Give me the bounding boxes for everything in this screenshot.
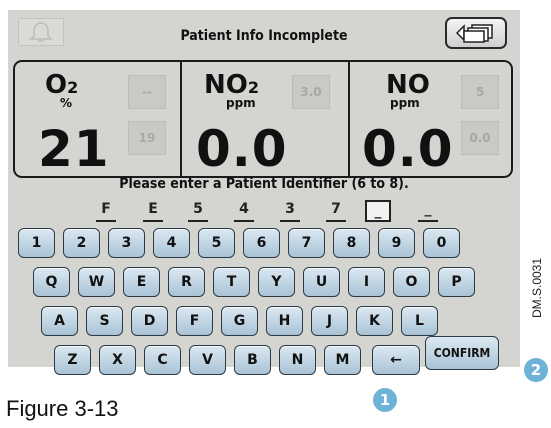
key-j[interactable]: J	[311, 306, 348, 336]
key-k[interactable]: K	[356, 306, 393, 336]
key-7[interactable]: 7	[288, 228, 325, 258]
key-m[interactable]: M	[324, 345, 361, 375]
key-w[interactable]: W	[78, 267, 115, 297]
key-u[interactable]: U	[303, 267, 340, 297]
identifier-char: 7	[326, 200, 346, 222]
key-n[interactable]: N	[279, 345, 316, 375]
key-3[interactable]: 3	[108, 228, 145, 258]
key-g[interactable]: G	[221, 306, 258, 336]
identifier-char: F	[96, 200, 116, 222]
gas-value-no: 0.0	[362, 120, 454, 178]
gas-value-o2: 21	[38, 120, 110, 178]
key-v[interactable]: V	[189, 345, 226, 375]
key-5[interactable]: 5	[198, 228, 235, 258]
key-q[interactable]: Q	[33, 267, 70, 297]
key-1[interactable]: 1	[18, 228, 55, 258]
key-i[interactable]: I	[348, 267, 385, 297]
callout-1: 1	[373, 388, 397, 412]
key-c[interactable]: C	[144, 345, 181, 375]
key-d[interactable]: D	[131, 306, 168, 336]
gas-unit-o2: %	[60, 96, 73, 110]
status-title: Patient Info Incomplete	[180, 28, 348, 44]
alarm-low-o2[interactable]: 19	[128, 121, 166, 155]
key-6[interactable]: 6	[243, 228, 280, 258]
document-id: DM.S.0031	[530, 257, 544, 318]
alarm-high-no2[interactable]: 3.0	[292, 75, 330, 109]
key-a[interactable]: A	[41, 306, 78, 336]
key-y[interactable]: Y	[258, 267, 295, 297]
key-x[interactable]: X	[99, 345, 136, 375]
key-4[interactable]: 4	[153, 228, 190, 258]
key-0[interactable]: 0	[423, 228, 460, 258]
gas-unit-no: ppm	[390, 96, 420, 110]
backspace-key[interactable]: ←	[372, 345, 420, 375]
key-z[interactable]: Z	[54, 345, 91, 375]
alarm-high-o2[interactable]: --	[128, 75, 166, 109]
back-button[interactable]	[445, 17, 507, 49]
key-b[interactable]: B	[234, 345, 271, 375]
confirm-button[interactable]: CONFIRM	[425, 336, 499, 370]
key-p[interactable]: P	[438, 267, 475, 297]
alarm-low-no[interactable]: 0.0	[461, 121, 499, 155]
identifier-char: 3	[280, 200, 300, 222]
key-9[interactable]: 9	[378, 228, 415, 258]
key-f[interactable]: F	[176, 306, 213, 336]
identifier-cursor: _	[365, 200, 391, 222]
identifier-char: 5	[188, 200, 208, 222]
identifier-char: _	[418, 200, 438, 222]
key-o[interactable]: O	[393, 267, 430, 297]
panel-divider	[348, 62, 350, 176]
figure-caption: Figure 3-13	[6, 396, 119, 421]
back-windows-icon	[455, 24, 493, 43]
key-8[interactable]: 8	[333, 228, 370, 258]
gas-value-no2: 0.0	[196, 120, 288, 178]
key-e[interactable]: E	[123, 267, 160, 297]
key-t[interactable]: T	[213, 267, 250, 297]
gas-unit-no2: ppm	[226, 96, 256, 110]
key-2[interactable]: 2	[63, 228, 100, 258]
key-s[interactable]: S	[86, 306, 123, 336]
key-h[interactable]: H	[266, 306, 303, 336]
key-l[interactable]: L	[401, 306, 438, 336]
identifier-char: E	[143, 200, 163, 222]
panel-divider	[180, 62, 182, 176]
key-r[interactable]: R	[168, 267, 205, 297]
alarm-high-no[interactable]: 5	[461, 75, 499, 109]
device-screen: Patient Info Incomplete O2 % 21 -- 19 NO…	[8, 10, 520, 375]
identifier-prompt: Please enter a Patient Identifier (6 to …	[119, 176, 409, 192]
identifier-char: 4	[234, 200, 254, 222]
callout-2: 2	[524, 358, 548, 382]
